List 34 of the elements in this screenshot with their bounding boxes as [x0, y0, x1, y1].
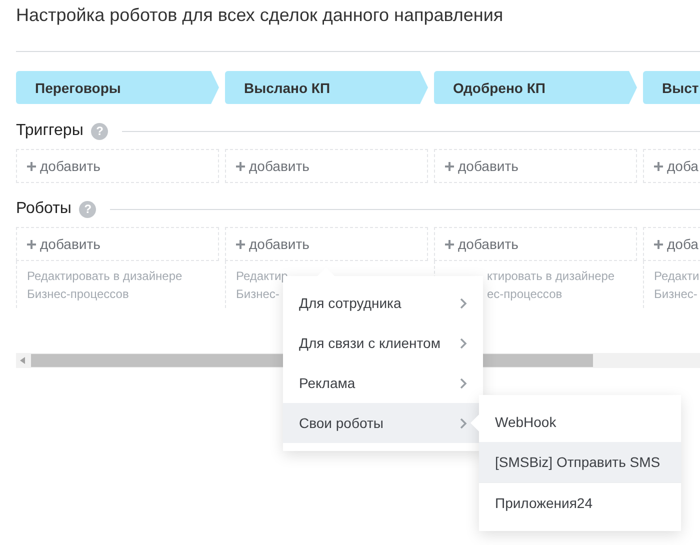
stage-tab[interactable]: Выст	[643, 71, 700, 104]
stage-tab[interactable]: Переговоры	[16, 71, 219, 104]
add-robot-button[interactable]: добавить	[16, 227, 219, 261]
plus-icon	[236, 162, 245, 170]
plus-icon	[445, 162, 454, 170]
chevron-right-icon	[460, 298, 467, 308]
stage-tab[interactable]: Выслано КП	[225, 71, 428, 104]
menu-item[interactable]: WebHook	[479, 402, 681, 442]
menu-item[interactable]: Для связи с клиентом	[283, 323, 483, 363]
stage-tab[interactable]: Одобрено КП	[434, 71, 637, 104]
scroll-left-icon[interactable]	[20, 357, 26, 364]
page-title: Настройка роботов для всех сделок данного направления	[15, 4, 504, 27]
add-trigger-button[interactable]: добавить	[16, 149, 219, 183]
chevron-right-icon	[460, 378, 467, 388]
plus-icon	[27, 240, 36, 248]
add-robot-button[interactable]: добавить	[434, 227, 637, 261]
chevron-right-icon	[460, 418, 467, 428]
plus-icon	[27, 162, 36, 170]
plus-icon	[236, 240, 245, 248]
plus-icon	[654, 162, 663, 170]
menu-item[interactable]: [SMSBiz] Отправить SMS	[479, 442, 681, 482]
add-trigger-button[interactable]: добавить	[434, 149, 637, 183]
section-heading: Роботы	[16, 200, 72, 218]
section-heading: Триггеры	[16, 122, 84, 140]
plus-icon	[445, 240, 454, 248]
add-trigger-button[interactable]: добавить	[225, 149, 428, 183]
add-trigger-button[interactable]: доба	[643, 149, 700, 183]
chevron-right-icon	[460, 338, 467, 348]
menu-item[interactable]: Реклама	[283, 363, 483, 403]
menu-item[interactable]: Для сотрудника	[283, 283, 483, 323]
menu-item[interactable]: Приложения24	[479, 482, 681, 523]
plus-icon	[654, 240, 663, 248]
add-robot-button[interactable]: добавить	[225, 227, 428, 261]
add-robot-button[interactable]: доба	[643, 227, 700, 261]
